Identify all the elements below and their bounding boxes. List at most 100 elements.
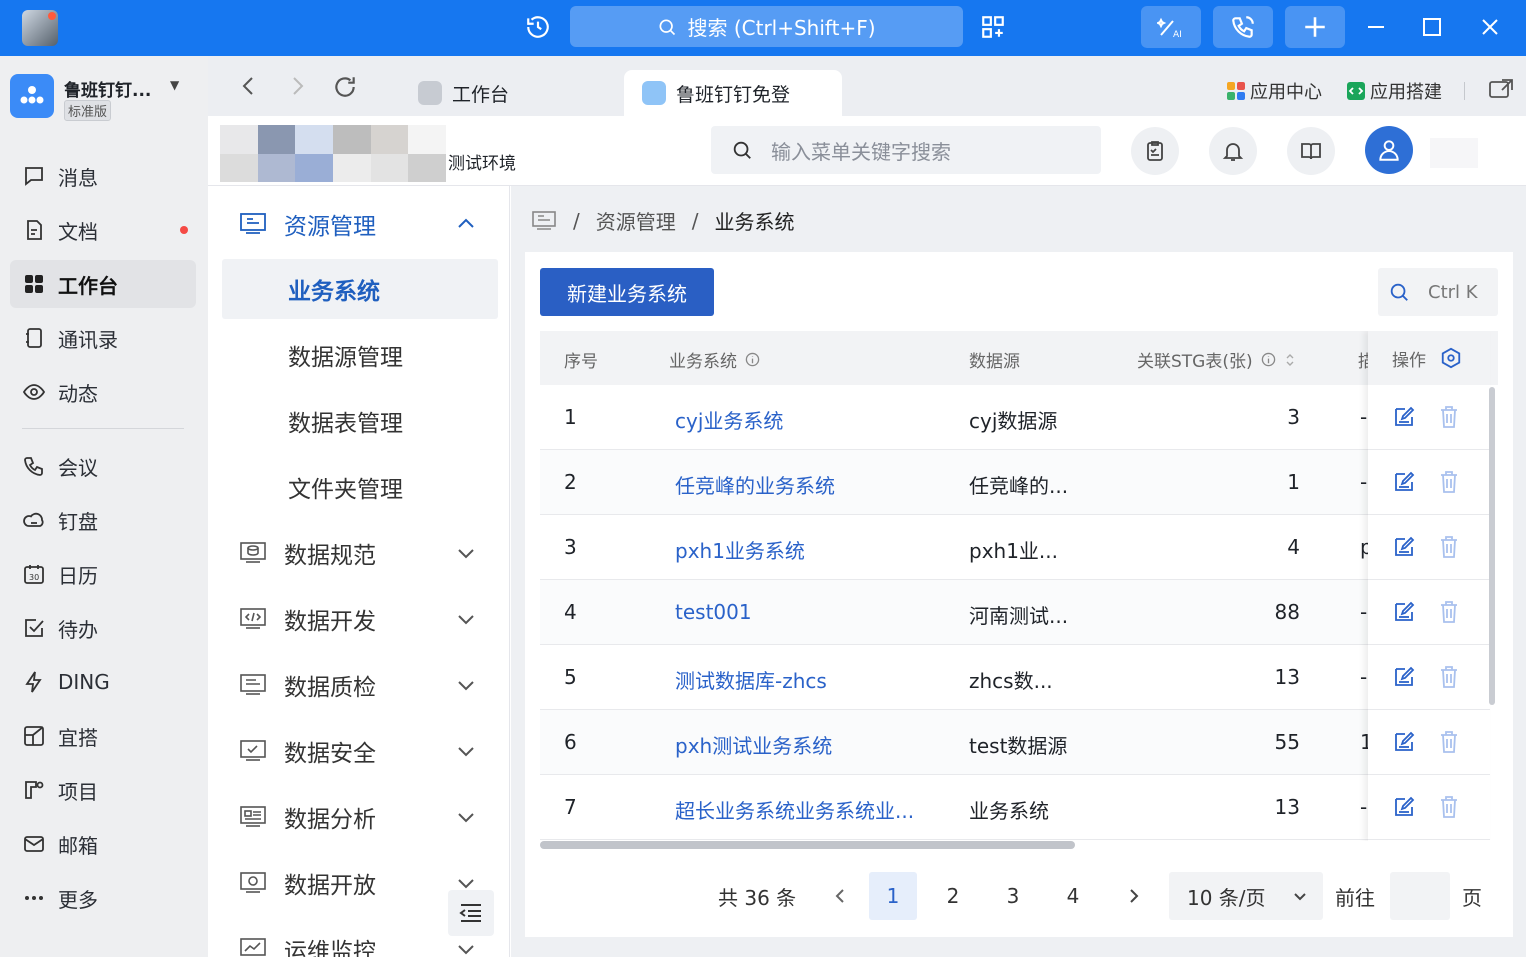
page-4[interactable]: 4 [1049, 872, 1097, 920]
app-center-link[interactable]: 应用中心 [1226, 78, 1322, 104]
edit-icon[interactable] [1392, 795, 1416, 819]
clipboard-icon[interactable] [1131, 127, 1179, 175]
tab-workbench[interactable]: 工作台 [418, 70, 618, 116]
menu-group-analysis[interactable]: 数据分析 [222, 787, 498, 847]
nav-item-docs[interactable]: 文档 [10, 206, 196, 254]
nav-item-calendar[interactable]: 30 日历 [10, 550, 196, 598]
edit-icon[interactable] [1392, 600, 1416, 624]
nav-item-meeting[interactable]: 会议 [10, 442, 196, 490]
prev-page-icon[interactable] [825, 872, 855, 920]
maximize-icon[interactable] [1418, 6, 1446, 48]
page-3[interactable]: 3 [989, 872, 1037, 920]
menu-item-folder[interactable]: 文件夹管理 [222, 457, 498, 517]
cell-system-link[interactable]: 测试数据库-zhcs [675, 665, 827, 694]
delete-icon[interactable] [1438, 795, 1460, 819]
notification-dot [48, 12, 56, 20]
nav-item-moments[interactable]: 动态 [10, 368, 196, 416]
new-business-system-button[interactable]: 新建业务系统 [540, 268, 714, 316]
chevron-down-icon [1293, 893, 1306, 901]
cell-system-link[interactable]: pxh测试业务系统 [675, 730, 832, 759]
cell-system-link[interactable]: test001 [675, 600, 752, 624]
page-size-select[interactable]: 10 条/页 [1169, 872, 1323, 920]
cell-system-link[interactable]: 超长业务系统业务系统业... [675, 795, 914, 824]
apps-grid-icon[interactable] [978, 6, 1008, 48]
delete-icon[interactable] [1438, 405, 1460, 429]
delete-icon[interactable] [1438, 600, 1460, 624]
nav-item-drive[interactable]: 钉盘 [10, 496, 196, 544]
nav-item-workbench[interactable]: 工作台 [10, 260, 196, 308]
app-build-link[interactable]: 应用搭建 [1346, 78, 1442, 104]
edit-icon[interactable] [1392, 665, 1416, 689]
col-system: 业务系统 [669, 347, 760, 372]
caret-down-icon[interactable]: ▼ [170, 78, 179, 92]
delete-icon[interactable] [1438, 470, 1460, 494]
page-1[interactable]: 1 [869, 872, 917, 920]
delete-icon[interactable] [1438, 535, 1460, 559]
nav-item-mail[interactable]: 邮箱 [10, 820, 196, 868]
minimize-icon[interactable] [1362, 6, 1390, 48]
nav-item-todo[interactable]: 待办 [10, 604, 196, 652]
ai-button[interactable]: AI [1141, 6, 1201, 48]
history-icon[interactable] [520, 6, 556, 48]
menu-group-label: 数据质检 [284, 675, 376, 701]
edit-icon[interactable] [1392, 470, 1416, 494]
nav-item-ding[interactable]: DING [10, 658, 196, 706]
global-search-input[interactable]: 搜索 (Ctrl+Shift+F) [570, 6, 963, 47]
nav-item-project[interactable]: 项目 [10, 766, 196, 814]
cell-system-link[interactable]: 任竞峰的业务系统 [675, 470, 835, 499]
sort-icon[interactable] [1284, 351, 1296, 369]
delete-icon[interactable] [1438, 665, 1460, 689]
cell-system-link[interactable]: cyj业务系统 [675, 405, 783, 434]
quick-search-button[interactable]: Ctrl K [1378, 268, 1498, 316]
book-icon[interactable] [1287, 127, 1335, 175]
op-row [1368, 515, 1490, 580]
forward-icon[interactable] [286, 74, 308, 104]
breadcrumb-level1[interactable]: 资源管理 [596, 206, 676, 235]
menu-group-develop[interactable]: 数据开发 [222, 589, 498, 649]
delete-icon[interactable] [1438, 730, 1460, 754]
nav-item-contacts[interactable]: 通讯录 [10, 314, 196, 362]
edit-icon[interactable] [1392, 535, 1416, 559]
nav-item-more[interactable]: 更多 [10, 874, 196, 922]
menu-search-input[interactable]: 输入菜单关键字搜索 [711, 126, 1101, 174]
bell-icon[interactable] [1209, 127, 1257, 175]
horizontal-scrollbar[interactable] [540, 841, 1075, 849]
org-switcher[interactable]: 鲁班钉钉... 标准版 ▼ [10, 74, 200, 134]
page-2[interactable]: 2 [929, 872, 977, 920]
blurred-username [1430, 138, 1478, 168]
menu-group-resource[interactable]: 资源管理 [222, 194, 498, 254]
info-icon[interactable] [745, 352, 760, 367]
refresh-icon[interactable] [332, 74, 358, 106]
nav-item-yida[interactable]: 宜搭 [10, 712, 196, 760]
menu-item-datatable[interactable]: 数据表管理 [222, 391, 498, 451]
nav-item-messages[interactable]: 消息 [10, 152, 196, 200]
edit-icon[interactable] [1392, 405, 1416, 429]
next-page-icon[interactable] [1119, 872, 1149, 920]
close-icon[interactable] [1476, 6, 1504, 48]
nav-item-label: 日历 [58, 563, 98, 588]
vertical-scrollbar[interactable] [1489, 387, 1495, 705]
column-settings-icon[interactable] [1440, 347, 1462, 369]
cell-system-link[interactable]: pxh1业务系统 [675, 535, 805, 564]
home-monitor-icon[interactable] [531, 210, 557, 232]
database-icon [222, 540, 284, 566]
add-button[interactable] [1285, 6, 1345, 48]
call-button[interactable] [1213, 6, 1273, 48]
info-icon[interactable] [1261, 352, 1276, 367]
user-avatar-button[interactable] [1365, 126, 1413, 174]
open-external-icon[interactable] [1488, 78, 1514, 100]
tab-luban-sso[interactable]: 鲁班钉钉免登 [624, 70, 842, 116]
cell-stg: 13 [1274, 665, 1300, 689]
svg-text:30: 30 [29, 573, 39, 582]
back-icon[interactable] [238, 74, 260, 104]
goto-page-input[interactable] [1390, 872, 1450, 920]
menu-group-security[interactable]: 数据安全 [222, 721, 498, 781]
menu-group-standard[interactable]: 数据规范 [222, 523, 498, 583]
menu-group-quality[interactable]: 数据质检 [222, 655, 498, 715]
edit-icon[interactable] [1392, 730, 1416, 754]
collapse-menu-button[interactable] [448, 890, 494, 936]
nav-divider [22, 428, 184, 429]
user-avatar[interactable] [22, 10, 58, 46]
menu-item-business-system[interactable]: 业务系统 [222, 259, 498, 319]
menu-item-datasource[interactable]: 数据源管理 [222, 325, 498, 385]
